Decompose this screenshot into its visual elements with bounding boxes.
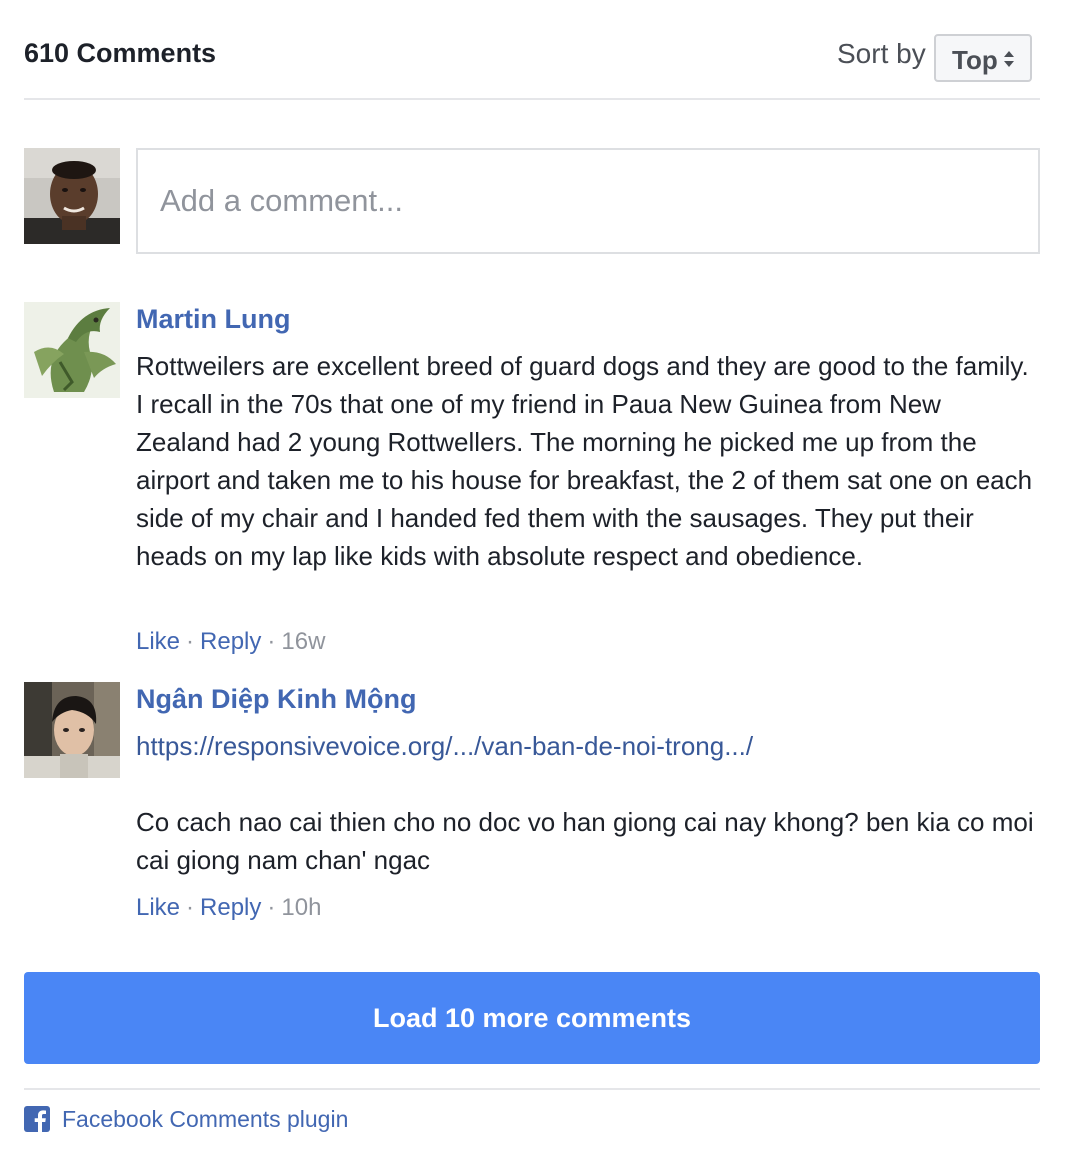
user-avatar-icon (24, 148, 120, 244)
footer-divider (24, 1088, 1040, 1090)
sort-arrows-icon (1004, 51, 1014, 67)
dragon-avatar-icon (24, 302, 120, 398)
comment-actions: Like · Reply · 10h (136, 894, 322, 921)
comment-body: Rottweilers are excellent breed of guard… (136, 347, 1040, 575)
comment-timestamp[interactable]: 10h (281, 894, 321, 921)
sort-select[interactable]: Top (934, 34, 1032, 82)
comment-text: Rottweilers are excellent breed of guard… (136, 351, 1033, 571)
comments-plugin: 610 Comments Sort by Top Add a comment..… (0, 0, 1070, 1160)
facebook-comments-plugin-link[interactable]: Facebook Comments plugin (62, 1106, 348, 1133)
comment-body: https://responsivevoice.org/.../van-ban-… (136, 727, 1040, 879)
comment-author[interactable]: Ngân Diệp Kinh Mộng (136, 684, 416, 715)
comment-timestamp[interactable]: 16w (281, 628, 325, 655)
person-avatar-icon (24, 682, 120, 778)
load-more-button[interactable]: Load 10 more comments (24, 972, 1040, 1064)
sort-select-value: Top (952, 45, 998, 75)
reply-link[interactable]: Reply (200, 894, 261, 921)
facebook-icon (24, 1106, 50, 1132)
sort-label: Sort by (837, 38, 926, 69)
comment-actions: Like · Reply · 16w (136, 628, 326, 655)
comment-avatar[interactable] (24, 682, 120, 778)
comment-text: Co cach nao cai thien cho no doc vo han … (136, 807, 1034, 875)
like-link[interactable]: Like (136, 894, 180, 921)
comment-url-link[interactable]: https://responsivevoice.org/.../van-ban-… (136, 727, 1040, 765)
like-link[interactable]: Like (136, 628, 180, 655)
comment-input[interactable] (136, 148, 1040, 254)
composer-avatar (24, 148, 120, 244)
reply-link[interactable]: Reply (200, 628, 261, 655)
comment-author[interactable]: Martin Lung (136, 304, 290, 335)
comments-header: 610 Comments Sort by Top (24, 0, 1040, 100)
comment-count: 610 Comments (24, 38, 217, 68)
comment-avatar[interactable] (24, 302, 120, 398)
plugin-footer: Facebook Comments plugin (24, 1104, 348, 1134)
